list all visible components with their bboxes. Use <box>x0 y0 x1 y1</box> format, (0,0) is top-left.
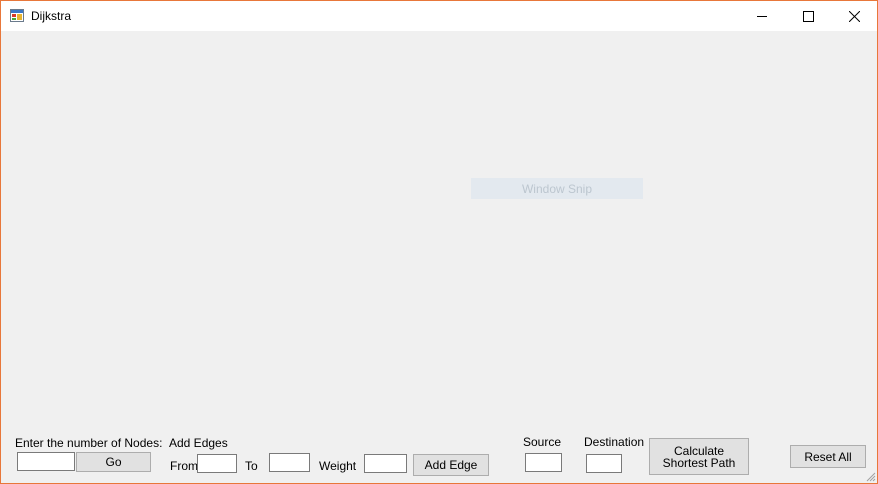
from-label: From <box>170 459 198 473</box>
destination-input[interactable] <box>586 454 622 473</box>
window-title: Dijkstra <box>31 9 72 23</box>
maximize-icon <box>802 10 814 22</box>
nodes-count-input[interactable] <box>17 452 75 471</box>
destination-label: Destination <box>584 435 645 449</box>
minimize-button[interactable] <box>739 1 785 31</box>
close-icon <box>848 10 860 22</box>
title-bar[interactable]: Dijkstra <box>1 1 877 31</box>
weight-label: Weight <box>319 459 357 473</box>
go-button[interactable]: Go <box>76 452 151 472</box>
window-snip-overlay: Window Snip <box>471 178 643 199</box>
to-input[interactable] <box>269 453 310 472</box>
windows-form-icon <box>10 9 24 22</box>
maximize-button[interactable] <box>785 1 831 31</box>
add-edges-label: Add Edges <box>169 436 228 450</box>
from-input[interactable] <box>197 454 237 473</box>
to-label: To <box>245 459 258 473</box>
nodes-label: Enter the number of Nodes: <box>15 436 163 450</box>
resize-grip-icon[interactable] <box>864 470 876 482</box>
add-edge-button[interactable]: Add Edge <box>413 454 489 476</box>
weight-input[interactable] <box>364 454 407 473</box>
calculate-label-line2: Shortest Path <box>662 455 736 470</box>
source-input[interactable] <box>525 453 562 472</box>
calculate-label-line1: Calculate <box>673 443 725 458</box>
minimize-icon <box>756 15 767 17</box>
reset-all-button[interactable]: Reset All <box>790 445 866 468</box>
source-label: Source <box>523 435 562 449</box>
app-window: Dijkstra Window Snip Enter the number of… <box>0 0 878 484</box>
close-button[interactable] <box>831 1 877 31</box>
calculate-shortest-path-button[interactable]: Calculate Shortest Path <box>649 438 749 475</box>
